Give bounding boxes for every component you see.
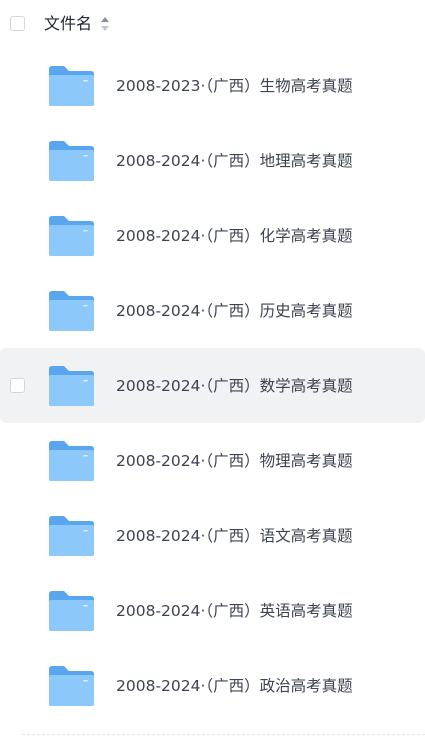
folder-icon	[49, 591, 94, 631]
select-all-checkbox[interactable]	[10, 16, 25, 31]
sort-icon[interactable]	[100, 15, 110, 33]
folder-icon	[49, 666, 94, 706]
file-name[interactable]: 2008-2024·（广西）地理高考真题	[116, 150, 353, 172]
file-name[interactable]: 2008-2024·（广西）物理高考真题	[116, 450, 353, 472]
file-name[interactable]: 2008-2024·（广西）语文高考真题	[116, 525, 353, 547]
file-list: 2008-2023·（广西）生物高考真题 2008-2024·（广西）地理高考真…	[0, 48, 425, 723]
file-row[interactable]: 2008-2024·（广西）地理高考真题	[0, 123, 425, 198]
file-row[interactable]: 2008-2024·（广西）英语高考真题	[0, 573, 425, 648]
file-name[interactable]: 2008-2024·（广西）英语高考真题	[116, 600, 353, 622]
file-row[interactable]: 2008-2024·（广西）物理高考真题	[0, 423, 425, 498]
file-row[interactable]: 2008-2024·（广西）政治高考真题	[0, 648, 425, 723]
file-name[interactable]: 2008-2023·（广西）生物高考真题	[116, 75, 353, 97]
folder-icon	[49, 366, 94, 406]
file-row[interactable]: 2008-2024·（广西）数学高考真题	[0, 348, 425, 423]
list-bottom-divider	[22, 734, 425, 735]
file-name[interactable]: 2008-2024·（广西）化学高考真题	[116, 225, 353, 247]
file-row[interactable]: 2008-2023·（广西）生物高考真题	[0, 48, 425, 123]
file-row[interactable]: 2008-2024·（广西）化学高考真题	[0, 198, 425, 273]
file-name[interactable]: 2008-2024·（广西）数学高考真题	[116, 375, 353, 397]
file-name[interactable]: 2008-2024·（广西）历史高考真题	[116, 300, 353, 322]
folder-icon	[49, 216, 94, 256]
folder-icon	[49, 441, 94, 481]
file-row[interactable]: 2008-2024·（广西）语文高考真题	[0, 498, 425, 573]
folder-icon	[49, 516, 94, 556]
folder-icon	[49, 291, 94, 331]
folder-icon	[49, 141, 94, 181]
file-list-header: 文件名	[0, 0, 425, 48]
file-row-checkbox[interactable]	[10, 378, 25, 393]
file-row[interactable]: 2008-2024·（广西）历史高考真题	[0, 273, 425, 348]
folder-icon	[49, 66, 94, 106]
file-name[interactable]: 2008-2024·（广西）政治高考真题	[116, 675, 353, 697]
column-header-filename[interactable]: 文件名	[44, 13, 92, 35]
